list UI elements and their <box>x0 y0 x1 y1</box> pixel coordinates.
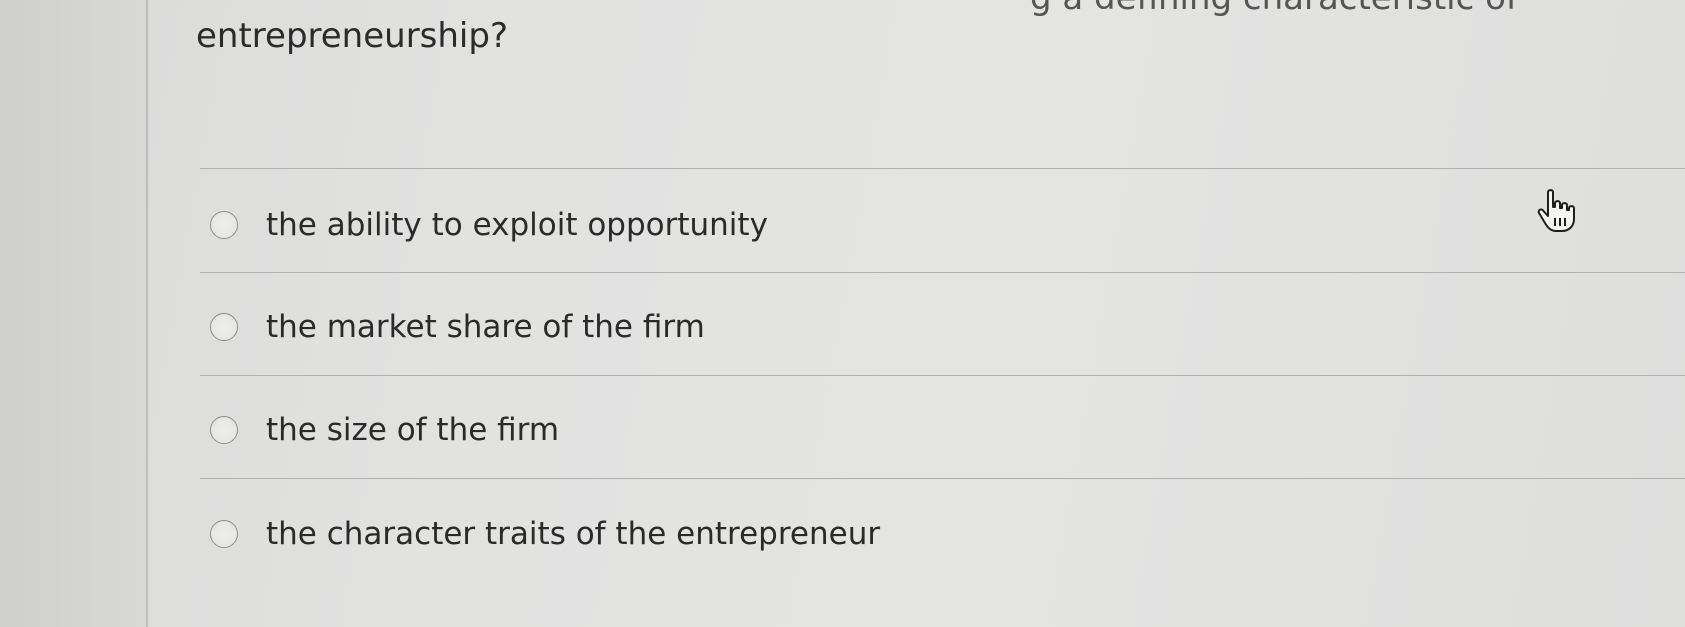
radio-button[interactable] <box>210 520 238 548</box>
answer-option-1[interactable]: the ability to exploit opportunity <box>210 207 768 243</box>
answer-option-3[interactable]: the size of the firm <box>210 412 559 448</box>
margin-divider <box>146 0 148 627</box>
answer-label: the ability to exploit opportunity <box>266 207 768 243</box>
divider <box>200 168 1685 169</box>
divider <box>200 375 1685 376</box>
answer-option-4[interactable]: the character traits of the entrepreneur <box>210 516 880 552</box>
answer-label: the market share of the firm <box>266 309 705 345</box>
answer-label: the size of the firm <box>266 412 560 448</box>
divider <box>200 272 1685 273</box>
radio-button[interactable] <box>210 313 238 341</box>
radio-button[interactable] <box>210 416 238 444</box>
question-text: entrepreneurship? <box>196 16 509 56</box>
divider <box>200 478 1685 479</box>
answer-label: the character traits of the entrepreneur <box>266 516 881 552</box>
question-header-clipped: g a defining characteristic of <box>1030 0 1518 18</box>
left-margin <box>0 0 148 627</box>
hand-pointer-icon <box>1534 188 1580 234</box>
radio-button[interactable] <box>210 211 238 239</box>
answer-option-2[interactable]: the market share of the firm <box>210 309 705 345</box>
